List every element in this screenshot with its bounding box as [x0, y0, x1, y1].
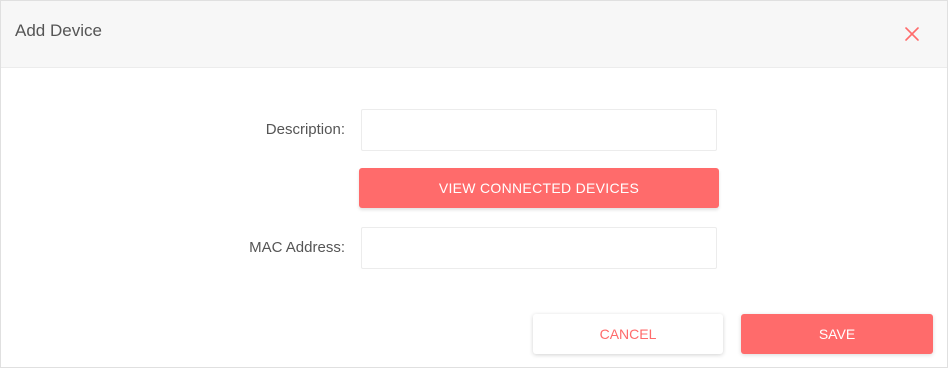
- description-label: Description:: [265, 121, 345, 138]
- close-icon: [905, 27, 919, 41]
- mac-address-input[interactable]: [361, 227, 717, 269]
- dialog-title: Add Device: [15, 21, 102, 40]
- dialog-header: Add Device: [1, 1, 947, 68]
- cancel-button[interactable]: CANCEL: [533, 314, 723, 354]
- description-input[interactable]: [361, 109, 717, 151]
- view-connected-devices-button[interactable]: VIEW CONNECTED DEVICES: [359, 168, 719, 208]
- add-device-dialog: Add Device Description: VIEW CONNECTED D…: [0, 0, 948, 368]
- save-button[interactable]: SAVE: [741, 314, 933, 354]
- close-button[interactable]: [897, 19, 927, 49]
- mac-address-label: MAC Address:: [249, 239, 345, 256]
